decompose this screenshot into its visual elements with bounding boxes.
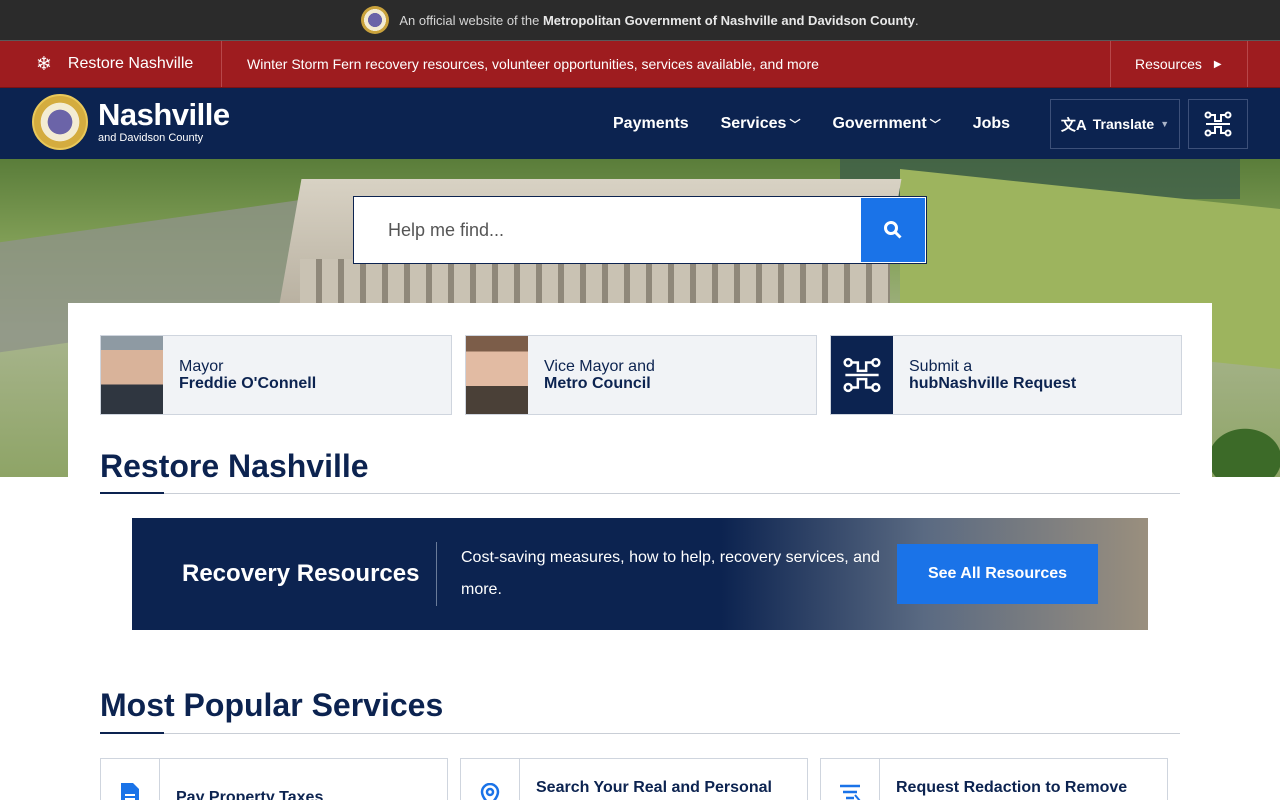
- document-icon: [101, 759, 160, 800]
- translate-icon: 文A: [1060, 116, 1087, 134]
- hubnashville-button[interactable]: [1188, 99, 1248, 149]
- hub-line2: hubNashville Request: [909, 375, 1077, 392]
- nav-government-label: Government: [832, 114, 927, 132]
- recovery-description: Cost-saving measures, how to help, recov…: [461, 549, 880, 598]
- restore-heading: Restore Nashville: [100, 448, 369, 484]
- nav-services[interactable]: Services ﹀: [721, 115, 801, 133]
- vice-mayor-card[interactable]: Vice Mayor and Metro Council: [465, 335, 817, 415]
- popular-services-list: Pay Property Taxes Search Your Real and …: [100, 758, 1168, 800]
- service-label: Request Redaction to Remove: [896, 779, 1128, 796]
- official-banner: An official website of the Metropolitan …: [0, 0, 1280, 41]
- logo-subtitle: and Davidson County: [98, 132, 204, 144]
- popular-heading: Most Popular Services: [100, 687, 444, 723]
- mayor-card[interactable]: Mayor Freddie O'Connell: [100, 335, 452, 415]
- nav-jobs[interactable]: Jobs: [973, 115, 1010, 133]
- service-card-property-taxes[interactable]: Pay Property Taxes: [100, 758, 448, 800]
- nashville-seal-icon: [32, 94, 88, 150]
- metro-seal-icon: [361, 6, 390, 34]
- vice-mayor-photo: [466, 336, 528, 414]
- alert-title: Restore Nashville: [67, 55, 194, 72]
- official-text: An official website of the Metropolitan …: [399, 12, 919, 28]
- chevron-down-icon: ﹀: [789, 118, 801, 131]
- snowflake-icon: ❄: [36, 53, 52, 75]
- hubnashville-card[interactable]: Submit a hubNashville Request: [830, 335, 1182, 415]
- mayor-name: Freddie O'Connell: [179, 375, 317, 392]
- hub-icon-tile: [831, 336, 893, 414]
- mayor-photo: [101, 336, 163, 414]
- search-button[interactable]: [861, 198, 925, 262]
- site-header: Nashville and Davidson County Payments S…: [0, 88, 1280, 159]
- service-label: Pay Property Taxes: [176, 789, 324, 800]
- arrow-right-icon: ▶: [1213, 58, 1222, 70]
- see-all-resources-button[interactable]: See All Resources: [897, 544, 1098, 604]
- hub-icon: [1204, 111, 1232, 137]
- vice-mayor-line1: Vice Mayor and: [544, 358, 655, 375]
- search-input[interactable]: [354, 197, 860, 263]
- main-content: Mayor Freddie O'Connell Vice Mayor and Met…: [68, 303, 1212, 800]
- recovery-banner: Recovery Resources Cost-saving measures,…: [132, 518, 1148, 630]
- site-logo[interactable]: Nashville and Davidson County: [32, 94, 230, 150]
- nav-services-label: Services: [720, 114, 787, 132]
- hub-line1: Submit a: [909, 358, 973, 375]
- mayor-line1: Mayor: [179, 358, 224, 375]
- section-divider: [100, 732, 1180, 734]
- nav-government[interactable]: Government ﹀: [832, 115, 940, 133]
- logo-title: Nashville: [98, 97, 230, 132]
- nav-payments[interactable]: Payments: [613, 115, 689, 133]
- quick-links: Mayor Freddie O'Connell Vice Mayor and Met…: [100, 335, 1182, 415]
- filter-list-icon: [821, 759, 880, 800]
- translate-label: Translate: [1092, 116, 1155, 132]
- translate-button[interactable]: 文A Translate ▼: [1050, 99, 1180, 149]
- hub-icon: [843, 357, 881, 393]
- section-divider: [100, 492, 1180, 494]
- service-card-redaction[interactable]: Request Redaction to Remove: [820, 758, 1168, 800]
- caret-down-icon: ▼: [1160, 119, 1170, 129]
- main-nav: Payments Services ﹀ Government ﹀ Jobs: [613, 88, 1010, 159]
- service-card-property-search[interactable]: Search Your Real and Personal: [460, 758, 808, 800]
- alert-title-link[interactable]: ❄ Restore Nashville: [0, 41, 222, 87]
- vice-mayor-line2: Metro Council: [544, 375, 651, 392]
- resources-label: Resources: [1135, 56, 1202, 72]
- alert-bar: ❄ Restore Nashville Winter Storm Fern re…: [0, 41, 1280, 88]
- resources-link[interactable]: Resources ▶: [1110, 41, 1248, 87]
- alert-message[interactable]: Winter Storm Fern recovery resources, vo…: [222, 56, 1110, 72]
- service-label: Search Your Real and Personal: [536, 779, 772, 796]
- recovery-title: Recovery Resources: [182, 560, 420, 587]
- chevron-down-icon: ﹀: [929, 118, 941, 131]
- search-icon: [884, 221, 902, 239]
- search-bar: [353, 196, 927, 264]
- location-pin-icon: [461, 759, 520, 800]
